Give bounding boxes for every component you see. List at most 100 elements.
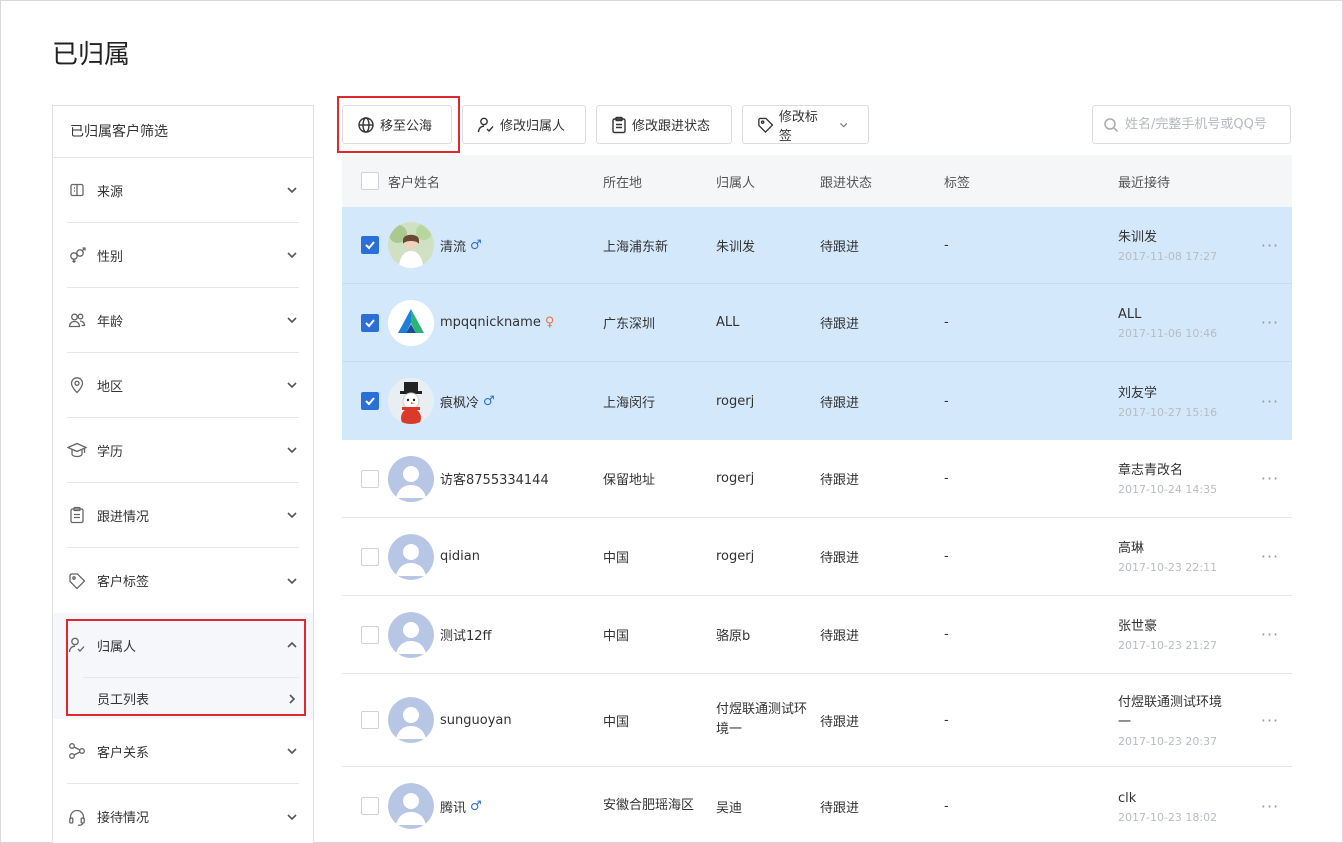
table-row[interactable]: mpqqnickname ♀ 广东深圳 ALL 待跟进 - ALL 2017-11…: [342, 284, 1292, 362]
row-checkbox[interactable]: [361, 313, 379, 332]
filter-label: 归属人: [97, 639, 137, 655]
row-checkbox[interactable]: [361, 797, 379, 815]
table-row[interactable]: 测试12ff 中国 骆原b 待跟进 - 张世豪 2017-10-23 21:27 …: [342, 596, 1292, 674]
filter-follow-up[interactable]: 跟进情况: [67, 483, 299, 548]
source-icon: [67, 180, 87, 200]
chevron-down-icon: [287, 447, 297, 454]
row-checkbox[interactable]: [361, 547, 379, 566]
owner-cell: 骆原b: [716, 629, 751, 644]
header-tags: 标签: [944, 175, 971, 191]
more-icon[interactable]: ···: [1248, 547, 1292, 566]
filter-education[interactable]: 学历: [67, 418, 299, 483]
header-status: 跟进状态: [820, 175, 873, 191]
location-pin-icon: [67, 375, 87, 395]
change-tags-dropdown[interactable]: 修改标签: [742, 105, 869, 144]
table-row[interactable]: qidian 中国 rogerj 待跟进 - 高琳 2017-10-23 22:1…: [342, 518, 1292, 596]
customer-name[interactable]: sunguoyan: [440, 713, 512, 728]
filter-label: 年龄: [97, 314, 124, 330]
change-tags-label: 修改标签: [778, 109, 818, 144]
more-icon[interactable]: ···: [1248, 392, 1292, 411]
change-owner-button[interactable]: 修改归属人: [462, 105, 586, 144]
table-row[interactable]: 清流 ♂ 上海浦东新 朱训发 待跟进 - 朱训发 2017-11-08 17:27…: [342, 207, 1292, 284]
headset-icon: [67, 807, 87, 827]
change-status-label: 修改跟进状态: [632, 119, 711, 134]
location-cell: 保留地址: [603, 473, 656, 488]
customer-name[interactable]: 测试12ff: [440, 625, 492, 644]
recent-time: 2017-11-06 10:46: [1118, 327, 1218, 340]
filter-source[interactable]: 来源: [67, 158, 299, 223]
more-icon[interactable]: ···: [1248, 711, 1292, 730]
location-cell: 中国: [603, 714, 630, 730]
customer-name[interactable]: mpqqnickname: [440, 315, 541, 330]
tag-icon: [758, 117, 774, 133]
status-cell: 待跟进: [820, 714, 860, 730]
row-checkbox[interactable]: [361, 236, 379, 254]
owner-cell: ALL: [716, 315, 740, 330]
graduation-cap-icon: [67, 440, 87, 460]
filter-region[interactable]: 地区: [67, 353, 299, 418]
header-owner: 归属人: [716, 175, 756, 191]
clipboard-icon: [67, 505, 87, 525]
table-row[interactable]: sunguoyan 中国 付煜联通测试环境一 待跟进 - 付煜联通测试环境一 20…: [342, 674, 1292, 767]
status-cell: 待跟进: [820, 629, 860, 644]
clipboard-icon: [612, 116, 626, 133]
row-checkbox[interactable]: [361, 392, 379, 410]
customer-name[interactable]: 痕枫冷: [440, 392, 479, 411]
move-to-pool-label: 移至公海: [380, 119, 433, 134]
sub-item-label: 员工列表: [97, 693, 150, 708]
filter-age[interactable]: 年龄: [67, 288, 299, 353]
page-title: 已归属: [52, 40, 131, 70]
default-avatar-icon: [388, 455, 434, 502]
people-icon: [67, 310, 87, 330]
filter-label: 客户标签: [97, 575, 150, 590]
filter-reception[interactable]: 接待情况: [67, 784, 299, 843]
person-check-icon: [477, 117, 494, 132]
chevron-down-icon: [287, 317, 297, 324]
recent-agent: 朱训发: [1118, 229, 1158, 245]
filter-gender[interactable]: 性别: [67, 223, 299, 288]
status-cell: 待跟进: [820, 317, 860, 332]
more-icon[interactable]: ···: [1248, 797, 1292, 816]
row-checkbox[interactable]: [361, 625, 379, 644]
more-icon[interactable]: ···: [1248, 313, 1292, 332]
chevron-down-icon: [287, 813, 297, 820]
owner-cell: 付煜联通测试环境一: [716, 702, 808, 737]
more-icon[interactable]: ···: [1248, 469, 1292, 488]
customer-name[interactable]: qidian: [440, 549, 480, 564]
male-icon: ♂: [470, 237, 482, 253]
change-status-button[interactable]: 修改跟进状态: [596, 105, 732, 144]
table-row[interactable]: 腾讯 ♂ 安徽合肥瑶海区 吴迪 待跟进 - clk 2017-10-23 18:0…: [342, 767, 1292, 843]
recent-agent: 付煜联通测试环境一: [1118, 694, 1223, 730]
male-icon: ♂: [483, 393, 495, 409]
chevron-down-icon: [287, 252, 297, 259]
move-to-pool-button[interactable]: 移至公海: [342, 105, 452, 144]
row-checkbox[interactable]: [361, 469, 379, 488]
owner-cell: rogerj: [716, 471, 755, 486]
recent-agent: 刘友学: [1118, 385, 1158, 401]
filter-customer-tags[interactable]: 客户标签: [67, 548, 299, 613]
select-all-checkbox[interactable]: [361, 172, 379, 190]
recent-time: 2017-10-23 18:02: [1118, 810, 1218, 824]
location-cell: 上海闵行: [603, 395, 656, 411]
more-icon[interactable]: ···: [1248, 236, 1292, 255]
search-box[interactable]: [1092, 105, 1291, 144]
customer-name[interactable]: 访客8755334144: [440, 469, 549, 488]
filter-owner[interactable]: 归属人: [67, 613, 299, 677]
customer-name[interactable]: 腾讯: [440, 797, 466, 816]
tags-cell: -: [944, 471, 949, 486]
avatar: [388, 222, 434, 268]
chevron-down-icon: [839, 122, 848, 128]
filter-label: 客户关系: [97, 745, 150, 761]
filter-customer-relation[interactable]: 客户关系: [67, 719, 299, 784]
search-input[interactable]: [1125, 117, 1290, 132]
more-icon[interactable]: ···: [1248, 625, 1292, 644]
default-avatar-icon: [388, 783, 434, 829]
owner-sub-item-employee-list[interactable]: 员工列表: [83, 677, 299, 719]
table-row[interactable]: 访客8755334144 保留地址 rogerj 待跟进 - 章志青改名 2017…: [342, 440, 1292, 518]
recent-agent: 张世豪: [1118, 619, 1158, 634]
table-row[interactable]: 痕枫冷 ♂ 上海闵行 rogerj 待跟进 - 刘友学 2017-10-27 15…: [342, 362, 1292, 440]
customer-name[interactable]: 清流: [440, 236, 466, 255]
status-cell: 待跟进: [820, 395, 860, 411]
search-icon: [1104, 117, 1119, 132]
row-checkbox[interactable]: [361, 711, 379, 729]
